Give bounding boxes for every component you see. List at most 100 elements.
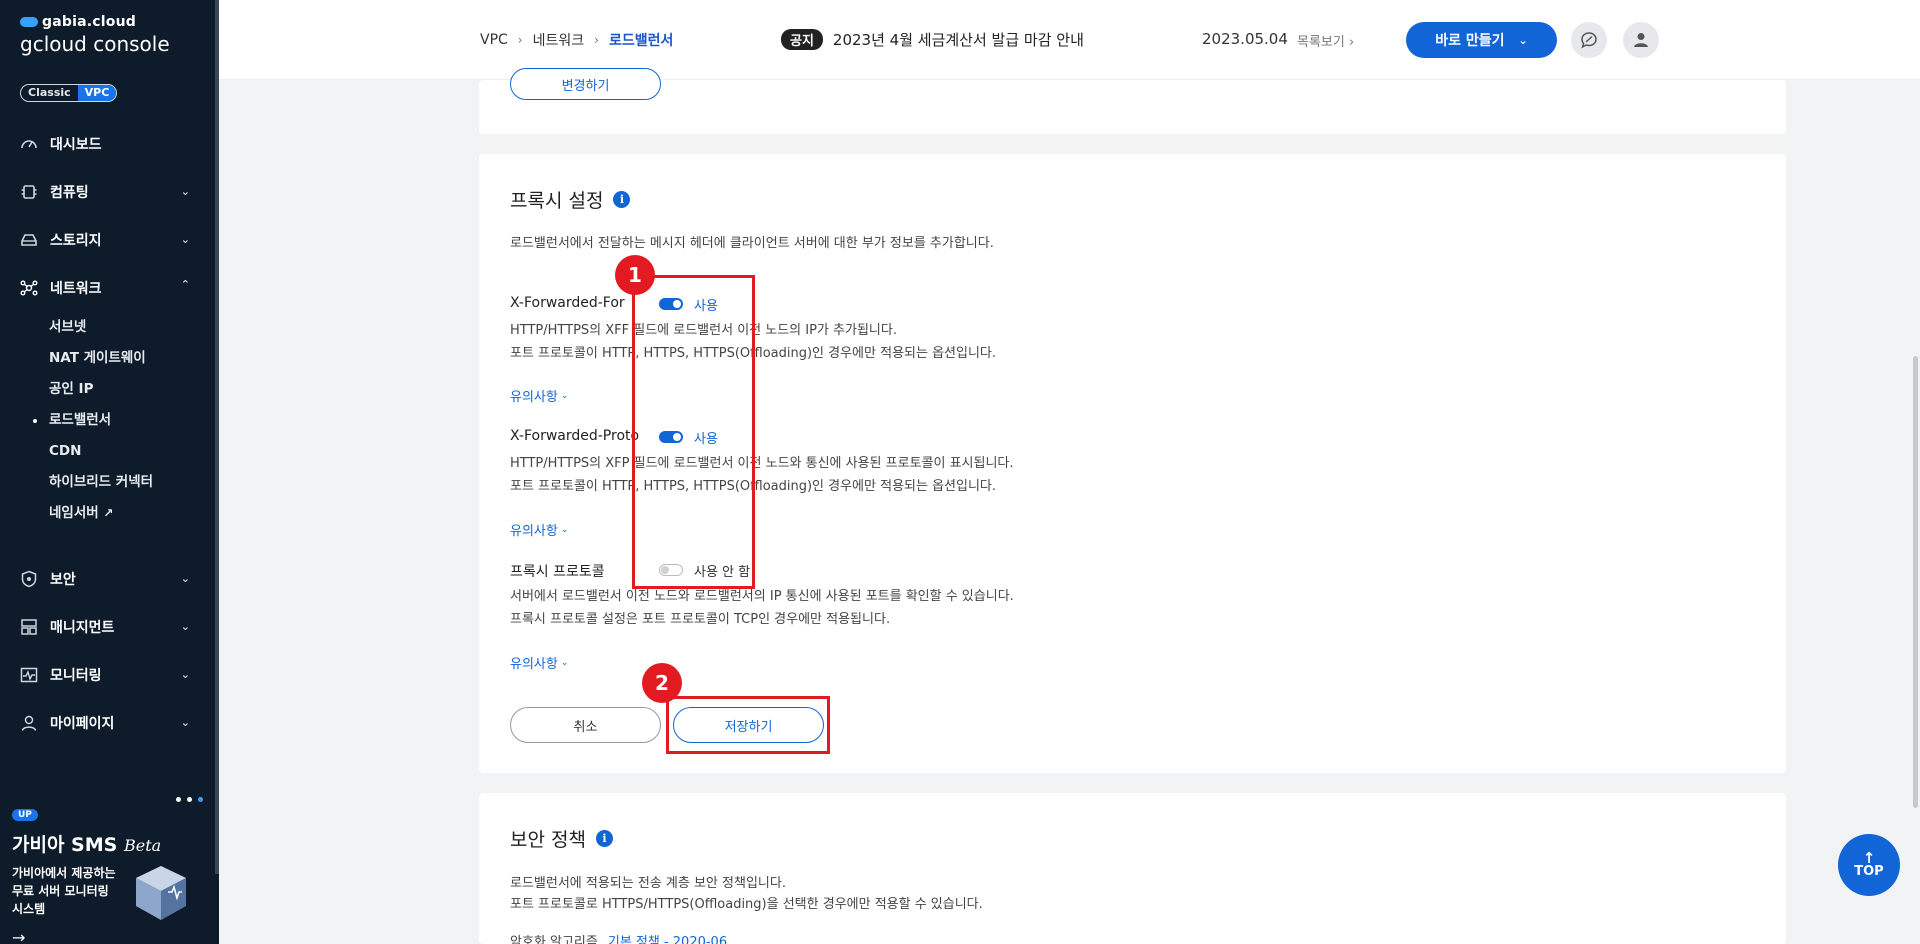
- chevron-down-icon: ⌄: [1518, 33, 1528, 47]
- network-icon: [20, 279, 38, 297]
- subnav-item-load-balancer[interactable]: 로드밸런서: [33, 405, 215, 436]
- chip-icon: [20, 183, 38, 201]
- sidebar: gabia.cloud gcloud console Classic VPC 대…: [0, 0, 219, 944]
- proxy-settings-card: 프록시 설정 i 로드밸런서에서 전달하는 메시지 헤더에 클라이언트 서버에 …: [479, 154, 1786, 773]
- sidebar-item-management[interactable]: 매니지먼트 ⌄: [0, 603, 215, 651]
- sidebar-item-mypage[interactable]: 마이페이지 ⌄: [0, 699, 215, 747]
- proxy-protocol-caution-toggle[interactable]: 유의사항 ⌄: [510, 653, 568, 672]
- notice-text[interactable]: 2023년 4월 세금계산서 발급 마감 안내: [833, 29, 1084, 50]
- info-icon[interactable]: i: [613, 191, 631, 208]
- sidebar-item-label: 보안: [50, 572, 76, 588]
- chevron-right-icon: ›: [517, 33, 523, 47]
- chevron-down-icon: ⌄: [180, 716, 190, 729]
- notice-banner[interactable]: 공지 2023년 4월 세금계산서 발급 마감 안내: [781, 29, 1084, 50]
- chevron-down-icon: ⌄: [180, 185, 190, 198]
- promo-desc: 가비아에서 제공하는 무료 서버 모니터링 시스템: [12, 866, 116, 916]
- sidebar-item-security[interactable]: 보안 ⌄: [0, 555, 215, 603]
- caution-label: 유의사항: [510, 390, 558, 405]
- subnav-item-public-ip[interactable]: 공인 IP: [49, 374, 215, 405]
- promo-title-text: 가비아 SMS: [12, 834, 118, 856]
- shield-icon: [20, 570, 38, 588]
- xfp-caution-toggle[interactable]: 유의사항 ⌄: [510, 520, 568, 539]
- algorithm-label: 암호화 알고리즘: [510, 935, 598, 944]
- proxy-title-text: 프록시 설정: [510, 190, 604, 212]
- previous-section-card: 변경하기: [479, 68, 1786, 134]
- arrow-up-icon: ↑: [1862, 848, 1876, 867]
- security-desc-2: 포트 프로토콜로 HTTPS/HTTPS(Offloading)을 선택한 경우…: [510, 897, 983, 912]
- sidebar-item-computing[interactable]: 컴퓨팅 ⌄: [0, 168, 215, 216]
- chevron-up-icon: ⌃: [180, 278, 190, 291]
- external-link-icon: ↗: [103, 506, 114, 520]
- scroll-top-button[interactable]: ↑ TOP: [1838, 834, 1900, 896]
- main-scrollbar[interactable]: [1910, 80, 1920, 944]
- subnav-item-label: 네임서버: [49, 505, 99, 521]
- proxy-protocol-desc-2: 프록시 프로토콜 설정은 포트 프로토콜이 TCP인 경우에만 적용됩니다.: [510, 612, 891, 627]
- proxy-section-title: 프록시 설정 i: [510, 186, 631, 213]
- chat-icon[interactable]: [1571, 22, 1607, 58]
- user-icon: [20, 714, 38, 732]
- chevron-down-icon: ⌄: [180, 572, 190, 585]
- up-badge: UP: [12, 809, 38, 821]
- management-icon: [20, 618, 38, 636]
- sidebar-item-dashboard[interactable]: 대시보드: [0, 120, 215, 168]
- xfp-desc-1: HTTP/HTTPS의 XFP 필드에 로드밸런서 이전 노드와 통신에 사용된…: [510, 456, 1014, 471]
- promo-title[interactable]: 가비아 SMS Beta: [12, 830, 161, 857]
- network-subnav: 서브넷 NAT 게이트웨이 공인 IP 로드밸런서 CDN 하이브리드 커넥터 …: [0, 312, 215, 529]
- create-button-label: 바로 만들기: [1435, 33, 1505, 49]
- env-vpc[interactable]: VPC: [77, 85, 117, 101]
- chevron-down-icon: ⌄: [560, 657, 569, 668]
- caution-label: 유의사항: [510, 657, 558, 672]
- chevron-right-icon: ›: [1348, 35, 1355, 50]
- sidebar-item-monitoring[interactable]: 모니터링 ⌄: [0, 651, 215, 699]
- annotation-badge-1: 1: [615, 255, 655, 295]
- cancel-button[interactable]: 취소: [510, 707, 661, 743]
- breadcrumb-item-network[interactable]: 네트워크: [533, 30, 585, 50]
- algorithm-value-link[interactable]: 기본 정책 - 2020-06: [608, 931, 727, 944]
- chevron-down-icon: ⌄: [560, 390, 569, 401]
- chevron-down-icon: ⌄: [180, 233, 190, 246]
- change-button[interactable]: 변경하기: [510, 68, 661, 100]
- sidebar-item-storage[interactable]: 스토리지 ⌄: [0, 216, 215, 264]
- arrow-right-icon[interactable]: →: [12, 928, 25, 944]
- chevron-down-icon: ⌄: [180, 620, 190, 633]
- breadcrumb-item-current: 로드밸런서: [608, 33, 674, 49]
- sidebar-item-label: 매니지먼트: [50, 620, 115, 636]
- sidebar-scrollbar[interactable]: [215, 0, 219, 874]
- env-classic[interactable]: Classic: [21, 85, 78, 101]
- promo-title-suffix: Beta: [123, 836, 162, 855]
- sidebar-item-label: 대시보드: [50, 137, 102, 153]
- annotation-badge-2: 2: [642, 663, 682, 703]
- notice-tag: 공지: [781, 29, 823, 50]
- logo[interactable]: gabia.cloud gcloud console: [20, 14, 170, 56]
- dashboard-icon: [20, 135, 38, 153]
- subnav-item-subnet[interactable]: 서브넷: [49, 312, 215, 343]
- caution-label: 유의사항: [510, 524, 558, 539]
- scrollbar-thumb[interactable]: [1913, 356, 1918, 808]
- promo-carousel-dots[interactable]: [176, 797, 203, 802]
- env-toggle[interactable]: Classic VPC: [20, 84, 118, 102]
- cloud-logo-icon: [20, 17, 38, 27]
- create-button[interactable]: 바로 만들기 ⌄: [1406, 22, 1557, 58]
- sidebar-item-label: 마이페이지: [50, 716, 115, 732]
- chevron-down-icon: ⌄: [180, 668, 190, 681]
- notice-list-link[interactable]: 목록보기 ›: [1297, 31, 1354, 50]
- subnav-item-nat-gateway[interactable]: NAT 게이트웨이: [49, 343, 215, 374]
- storage-icon: [20, 231, 38, 249]
- monitor-icon: [20, 666, 38, 684]
- promo-cube-illustration: [130, 862, 192, 924]
- profile-icon[interactable]: [1623, 22, 1659, 58]
- xff-caution-toggle[interactable]: 유의사항 ⌄: [510, 386, 568, 405]
- top-label: TOP: [1854, 863, 1884, 879]
- subnav-item-hybrid-connector[interactable]: 하이브리드 커넥터: [49, 467, 215, 498]
- proxy-protocol-label: 프록시 프로토콜: [510, 564, 605, 580]
- notice-list-label: 목록보기: [1297, 35, 1345, 50]
- subnav-item-cdn[interactable]: CDN: [49, 436, 215, 467]
- security-title-text: 보안 정책: [510, 829, 586, 851]
- sidebar-item-label: 컴퓨팅: [50, 185, 89, 201]
- sidebar-item-network[interactable]: 네트워크 ⌃: [0, 264, 215, 312]
- breadcrumb: VPC › 네트워크 › 로드밸런서: [480, 30, 673, 50]
- info-icon[interactable]: i: [595, 830, 613, 847]
- proxy-protocol-desc-1: 서버에서 로드밸런서 이전 노드와 로드밸런서의 IP 통신에 사용된 포트를 …: [510, 589, 1014, 604]
- subnav-item-nameserver[interactable]: 네임서버 ↗: [49, 498, 215, 529]
- breadcrumb-item-vpc[interactable]: VPC: [480, 32, 508, 48]
